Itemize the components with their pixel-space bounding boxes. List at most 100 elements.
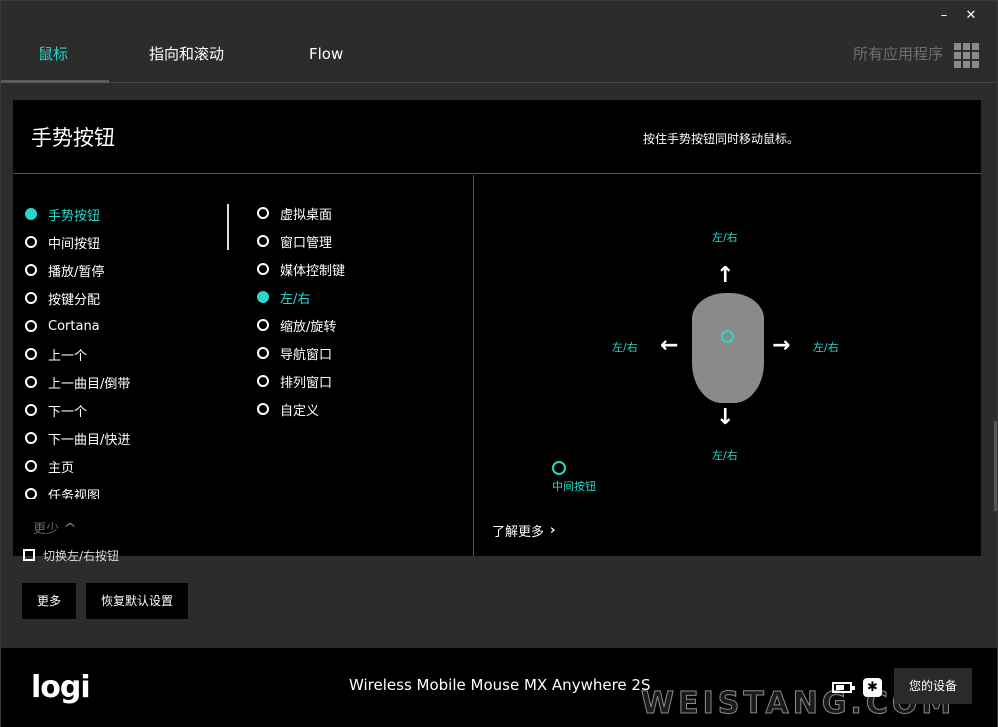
tab-bar: 鼠标 指向和滚动 Flow 所有应用程序 [1,31,997,83]
device-name: Wireless Mobile Mouse MX Anywhere 2S [349,676,651,694]
button-action-option[interactable]: 任务视图 [25,484,100,499]
radio-icon[interactable] [25,432,37,444]
more-button[interactable]: 更多 [22,583,76,619]
button-action-option-label: 中间按钮 [48,236,101,252]
button-action-option[interactable]: 上一曲目/倒带 [25,372,130,392]
panel-header: 手势按钮 按住手势按钮同时移动鼠标。 [13,100,981,174]
gesture-option[interactable]: 排列窗口 [257,371,332,391]
learn-more-label: 了解更多 [492,525,545,540]
radio-icon[interactable] [257,375,269,387]
tab-flow[interactable]: Flow [309,43,343,67]
panel-title: 手势按钮 [31,126,115,150]
gesture-option-label: 虚拟桌面 [280,207,333,223]
button-action-option-label: 上一个 [48,348,88,364]
gesture-up-label: 左/右 [712,231,738,244]
gesture-option-label: 左/右 [280,291,311,307]
your-devices-button[interactable]: 您的设备 [894,668,972,704]
radio-icon[interactable] [25,460,37,472]
middle-button-marker[interactable] [552,461,566,475]
radio-icon[interactable] [25,236,37,248]
button-action-option[interactable]: 上一个 [25,344,87,364]
button-action-option[interactable]: 播放/暂停 [25,260,104,280]
button-action-option[interactable]: 手势按钮 [25,204,100,224]
button-action-option[interactable]: 下一个 [25,400,87,420]
mouse-illustration [692,293,764,403]
radio-icon[interactable] [257,263,269,275]
battery-icon [832,682,855,693]
app-window: – ✕ 鼠标 指向和滚动 Flow 所有应用程序 手势按钮 按住手势按钮同时移动… [0,0,998,727]
swap-buttons-row[interactable]: 切换左/右按钮 [23,548,119,562]
tab-point-scroll[interactable]: 指向和滚动 [149,43,224,67]
gesture-option-label: 导航窗口 [280,347,333,363]
chevron-right-icon: › [550,523,556,538]
swap-buttons-checkbox[interactable] [23,549,35,561]
gesture-option[interactable]: 缩放/旋转 [257,315,336,335]
gesture-diagram: 左/右 ↑ 左/右 ← → 左/右 ↓ 左/右 中间按钮 了解更多 › [474,175,981,556]
gesture-button-marker[interactable] [721,330,734,343]
radio-icon[interactable] [25,348,37,360]
gesture-option-label: 窗口管理 [280,235,333,251]
panel-hint: 按住手势按钮同时移动鼠标。 [643,132,800,146]
radio-icon[interactable] [25,404,37,416]
button-action-option-label: Cortana [48,318,100,334]
tab-mouse[interactable]: 鼠标 [38,43,68,67]
gesture-option[interactable]: 导航窗口 [257,343,332,363]
gesture-option[interactable]: 自定义 [257,399,319,419]
gesture-left-label: 左/右 [612,341,638,354]
list-scrollbar-thumb[interactable] [227,204,229,250]
gesture-option-list: 虚拟桌面窗口管理媒体控制键左/右缩放/旋转导航窗口排列窗口自定义 [257,175,457,455]
button-action-option-label: 任务视图 [48,488,101,500]
button-action-option[interactable]: 中间按钮 [25,232,100,252]
button-action-option[interactable]: 下一曲目/快进 [25,428,130,448]
gesture-option[interactable]: 媒体控制键 [257,259,345,279]
logi-logo: logi [31,670,91,705]
show-less-label: 更少 [33,522,60,537]
button-action-option-label: 主页 [48,460,75,476]
footer-bar: logi Wireless Mobile Mouse MX Anywhere 2… [1,648,997,727]
radio-icon[interactable] [25,292,37,304]
show-less-button[interactable]: 更少 ^ [33,518,78,538]
radio-icon[interactable] [25,264,37,276]
radio-icon[interactable] [257,291,269,303]
gesture-option[interactable]: 窗口管理 [257,231,332,251]
button-action-option-label: 下一曲目/快进 [48,432,131,448]
restore-defaults-button[interactable]: 恢复默认设置 [86,583,188,619]
radio-icon[interactable] [25,320,37,332]
radio-icon[interactable] [25,488,37,499]
minimize-button[interactable]: – [934,7,954,25]
button-action-option[interactable]: Cortana [25,316,100,336]
radio-icon[interactable] [257,347,269,359]
title-bar: – ✕ [1,1,997,31]
radio-icon[interactable] [25,376,37,388]
button-action-option[interactable]: 主页 [25,456,74,476]
radio-icon[interactable] [25,208,37,220]
button-action-option[interactable]: 按键分配 [25,288,100,308]
learn-more-link[interactable]: 了解更多 › [492,521,555,540]
button-action-option-label: 播放/暂停 [48,264,105,280]
gesture-right-label: 左/右 [813,341,839,354]
radio-icon[interactable] [257,403,269,415]
button-action-option-label: 上一曲目/倒带 [48,376,131,392]
button-action-list: 手势按钮中间按钮播放/暂停按键分配 Cortana 上一个上一曲目/倒带 下一个下一曲… [25,175,225,499]
gesture-option-label: 媒体控制键 [280,263,346,279]
active-tab-indicator [1,80,109,83]
arrow-up-icon: ↑ [716,263,735,288]
gesture-option[interactable]: 左/右 [257,287,310,307]
swap-buttons-label: 切换左/右按钮 [43,548,120,563]
radio-icon[interactable] [257,319,269,331]
button-action-option-label: 下一个 [48,404,88,420]
all-apps-link[interactable]: 所有应用程序 [853,43,943,65]
gesture-button-panel: 手势按钮 按住手势按钮同时移动鼠标。 手势按钮中间按钮播放/暂停按键分配 Cort… [13,100,981,556]
window-edge [994,421,997,511]
close-button[interactable]: ✕ [961,7,981,25]
bluetooth-icon: ✱ [863,678,882,697]
gesture-option-label: 自定义 [280,403,320,419]
button-action-option-label: 手势按钮 [48,208,101,224]
gesture-down-label: 左/右 [712,449,738,462]
radio-icon[interactable] [257,235,269,247]
gesture-option-label: 排列窗口 [280,375,333,391]
gesture-option[interactable]: 虚拟桌面 [257,203,332,223]
radio-icon[interactable] [257,207,269,219]
apps-grid-icon[interactable] [954,43,979,68]
chevron-up-icon: ^ [63,520,78,535]
